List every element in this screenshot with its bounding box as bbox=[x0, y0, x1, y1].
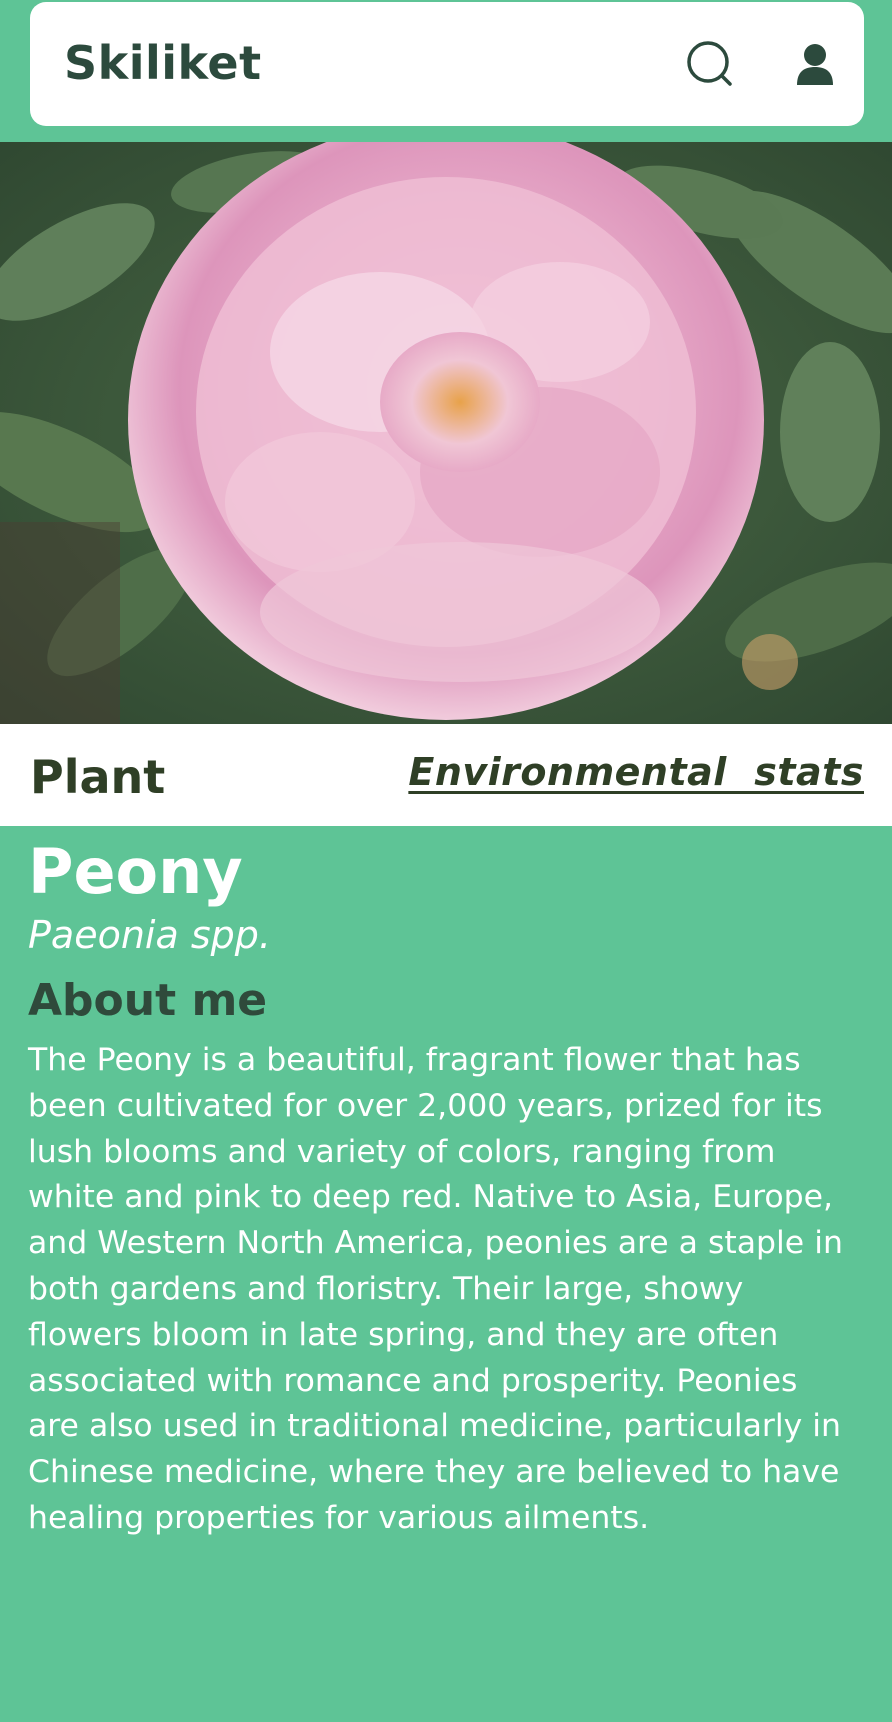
plant-scientific-name: Paeonia spp. bbox=[28, 913, 271, 957]
tab-bar: Plant Environmental stats bbox=[0, 724, 892, 826]
search-icon bbox=[687, 41, 732, 86]
tab-plant[interactable]: Plant bbox=[30, 750, 165, 804]
top-app-bar: Skiliket bbox=[30, 2, 864, 126]
plant-common-name: Peony bbox=[28, 835, 243, 908]
tab-environmental-stats[interactable]: Environmental stats bbox=[408, 750, 864, 794]
app-title: Skiliket bbox=[64, 36, 262, 90]
peony-image bbox=[0, 142, 892, 724]
search-button[interactable] bbox=[686, 40, 736, 90]
user-icon bbox=[797, 44, 833, 85]
plant-photo bbox=[0, 142, 892, 724]
plant-details: Peony Paeonia spp. About me The Peony is… bbox=[28, 834, 858, 1542]
about-heading: About me bbox=[28, 975, 268, 1026]
profile-button[interactable] bbox=[790, 40, 840, 90]
about-description: The Peony is a beautiful, fragrant flowe… bbox=[28, 1042, 843, 1536]
